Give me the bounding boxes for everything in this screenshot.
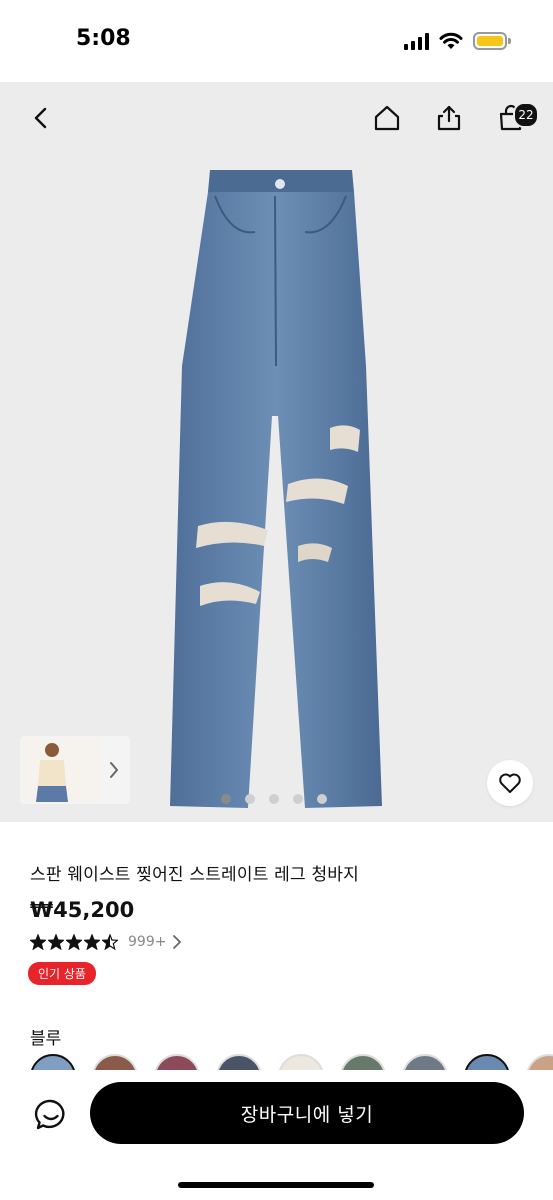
cellular-signal-icon: [404, 32, 429, 50]
add-to-cart-button[interactable]: 장바구니에 넣기: [90, 1082, 524, 1144]
share-icon: [437, 105, 461, 131]
star-icon: [102, 934, 118, 950]
rating-count: 999+: [128, 934, 167, 950]
wifi-icon: [439, 32, 463, 49]
product-image-gallery[interactable]: 22: [0, 82, 553, 822]
home-icon: [374, 105, 400, 131]
battery-level: [477, 36, 503, 46]
star-icon: [30, 934, 46, 950]
pagination-dot-1[interactable]: [221, 794, 231, 804]
heart-icon: [499, 773, 521, 793]
home-button[interactable]: [365, 96, 409, 140]
thumbnail-next[interactable]: [100, 760, 128, 780]
outfit-thumbnail-image: [22, 738, 100, 802]
pagination-dot-2[interactable]: [245, 794, 255, 804]
chevron-left-icon: [34, 107, 47, 129]
rating-stars: [30, 934, 118, 950]
outfit-thumbnail[interactable]: [22, 738, 100, 802]
cart-count-badge: 22: [513, 102, 539, 128]
selected-color-label: 블루: [30, 1029, 62, 1049]
battery-icon: [473, 32, 511, 50]
star-icon: [48, 934, 64, 950]
chat-button[interactable]: [28, 1092, 74, 1138]
pagination-dot-5[interactable]: [317, 794, 327, 804]
chevron-right-icon: [172, 934, 182, 950]
rating-row[interactable]: 999+: [30, 934, 182, 950]
chat-bubble-icon: [34, 1099, 65, 1130]
pagination-dot-3[interactable]: [269, 794, 279, 804]
status-bar: 5:08: [0, 0, 553, 82]
chevron-right-icon: [110, 762, 118, 778]
pagination-dot-4[interactable]: [293, 794, 303, 804]
status-time: 5:08: [76, 26, 131, 51]
home-indicator: [178, 1182, 374, 1188]
product-price: ₩45,200: [30, 898, 135, 922]
star-icon: [84, 934, 100, 950]
product-photo-jeans: [170, 170, 382, 808]
bottom-action-bar: 장바구니에 넣기: [0, 1070, 553, 1200]
popular-badge: 인기 상품: [28, 962, 96, 985]
favorite-button[interactable]: [487, 760, 533, 806]
cart-button[interactable]: 22: [489, 96, 539, 140]
status-icons: [404, 30, 511, 52]
gallery-pagination: [221, 794, 327, 804]
thumbnail-strip[interactable]: [20, 736, 130, 804]
share-button[interactable]: [427, 96, 471, 140]
star-icon: [66, 934, 82, 950]
back-button[interactable]: [20, 96, 64, 140]
product-title: 스판 웨이스트 찢어진 스트레이트 레그 청바지: [30, 865, 359, 885]
